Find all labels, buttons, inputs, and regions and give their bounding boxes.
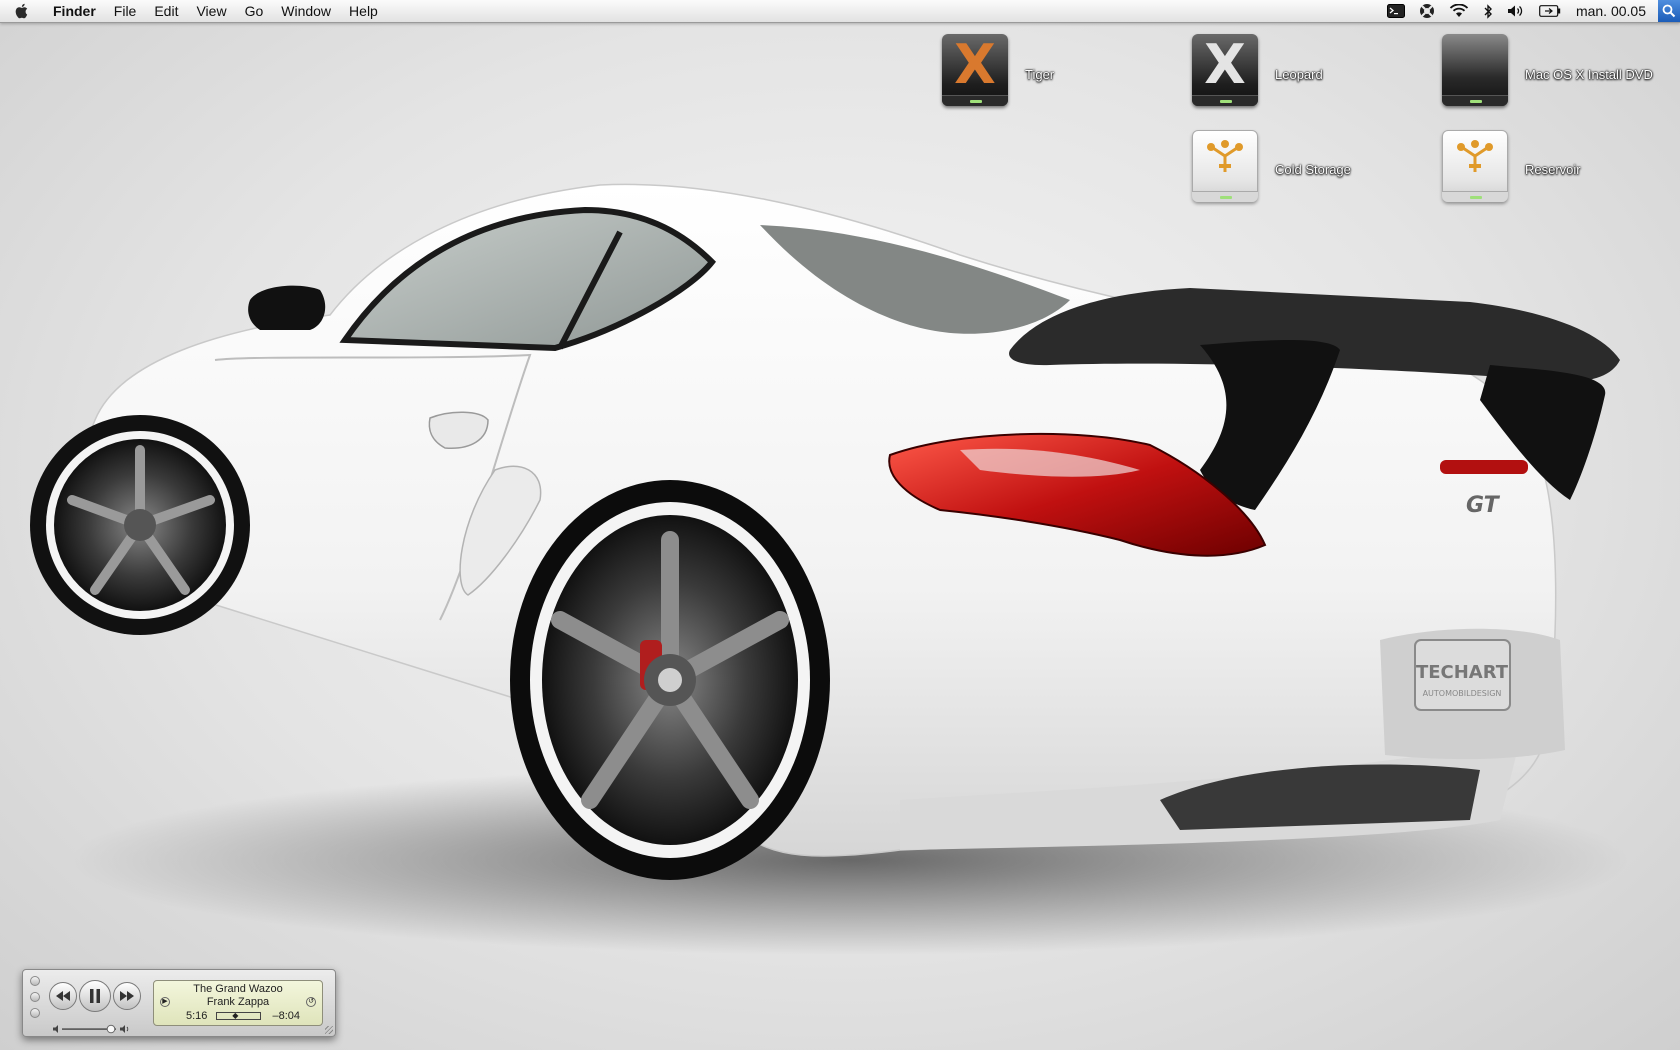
volume-high-icon <box>120 1025 125 1033</box>
menu-clock[interactable]: man. 00.05 <box>1576 3 1646 19</box>
wifi-icon[interactable] <box>1449 0 1469 22</box>
bluetooth-icon[interactable] <box>1483 0 1493 22</box>
menu-help[interactable]: Help <box>340 0 387 22</box>
gt-badge: GT <box>1466 493 1501 518</box>
rewind-icon <box>56 991 70 1001</box>
apple-menu-icon[interactable] <box>0 0 44 22</box>
itunes-mini-player: The Grand Wazoo Frank Zappa ▶ ↺ 5:16 ◆ –… <box>22 969 336 1037</box>
resize-grip[interactable] <box>325 1026 333 1034</box>
progress-knob[interactable]: ◆ <box>232 1011 238 1021</box>
volume-slider[interactable] <box>53 1021 133 1034</box>
plate-text: TECHART <box>1416 662 1509 683</box>
battery-icon[interactable] <box>1539 0 1561 22</box>
menu-bar: Finder File Edit View Go Window Help man… <box>0 0 1680 23</box>
desktop-wallpaper: GT TECHART AUTOMOBILDESIGN <box>30 183 1630 955</box>
install-dvd-drive-icon[interactable] <box>1440 32 1512 112</box>
lifebuoy-icon[interactable] <box>1419 0 1435 22</box>
spotlight-icon[interactable] <box>1658 0 1680 22</box>
snapback-icon[interactable]: ▶ <box>160 997 170 1007</box>
remaining-time[interactable]: –8:04 <box>272 1010 300 1022</box>
next-track-button[interactable] <box>113 982 141 1010</box>
menu-view[interactable]: View <box>187 0 235 22</box>
menu-extras: man. 00.05 <box>1380 0 1680 22</box>
fast-forward-icon <box>120 991 134 1001</box>
volume-icon[interactable] <box>1507 0 1525 22</box>
tiger-drive-icon[interactable]: X <box>940 32 1012 112</box>
leopard-drive-icon[interactable]: X <box>1190 32 1262 112</box>
elapsed-time[interactable]: 5:16 <box>186 1010 207 1022</box>
menu-go[interactable]: Go <box>236 0 273 22</box>
pause-button[interactable] <box>79 980 111 1012</box>
reservoir-firewire-icon[interactable] <box>1440 128 1512 208</box>
desktop-label-install-dvd[interactable]: Mac OS X Install DVD <box>1525 67 1653 82</box>
display-mode-icon[interactable]: ↺ <box>306 997 316 1007</box>
song-title: The Grand Wazoo <box>193 983 283 995</box>
menu-finder[interactable]: Finder <box>44 0 105 22</box>
cold-storage-firewire-icon[interactable] <box>1190 128 1262 208</box>
terminal-icon[interactable] <box>1386 0 1405 22</box>
volume-low-icon <box>53 1025 58 1033</box>
close-button[interactable] <box>30 976 40 986</box>
plate-subtext: AUTOMOBILDESIGN <box>1423 689 1502 698</box>
menu-window[interactable]: Window <box>272 0 340 22</box>
previous-track-button[interactable] <box>49 982 77 1010</box>
progress-bar[interactable]: ◆ <box>216 1011 261 1021</box>
now-playing-display[interactable]: The Grand Wazoo Frank Zappa ▶ ↺ 5:16 ◆ –… <box>153 980 323 1026</box>
pause-icon <box>90 989 100 1003</box>
desktop-label-tiger[interactable]: Tiger <box>1025 67 1054 82</box>
minimize-button[interactable] <box>30 992 40 1002</box>
desktop-label-reservoir[interactable]: Reservoir <box>1525 162 1581 177</box>
firewire-symbol-icon <box>1457 140 1493 172</box>
menu-edit[interactable]: Edit <box>145 0 187 22</box>
desktop-label-cold-storage[interactable]: Cold Storage <box>1275 162 1351 177</box>
artist-name: Frank Zappa <box>206 996 270 1008</box>
menu-file[interactable]: File <box>105 0 146 22</box>
firewire-symbol-icon <box>1207 140 1243 172</box>
zoom-button[interactable] <box>30 1008 40 1018</box>
desktop-label-leopard[interactable]: Leopard <box>1275 67 1323 82</box>
